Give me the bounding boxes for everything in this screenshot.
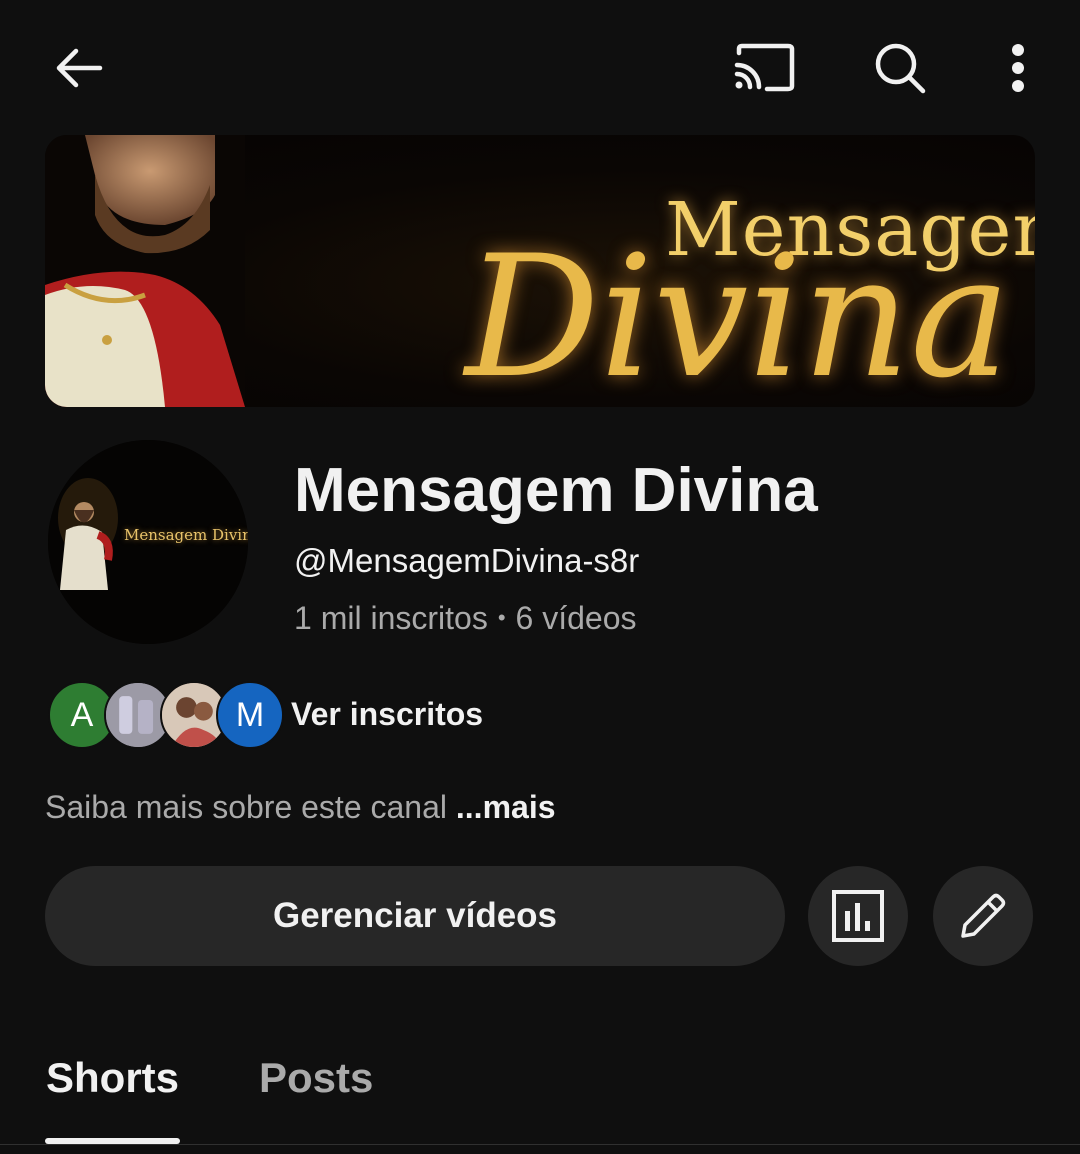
avatar-logo-text: Mensagem Divina xyxy=(124,526,248,544)
top-app-bar xyxy=(0,0,1080,135)
more-options-button[interactable] xyxy=(980,30,1056,106)
cast-icon xyxy=(734,43,795,92)
separator-dot: • xyxy=(497,605,506,630)
subscriber-avatars[interactable]: A M xyxy=(48,681,284,749)
more-vertical-icon xyxy=(1012,44,1024,92)
tab-posts[interactable]: Posts xyxy=(259,1054,373,1102)
video-count: 6 vídeos xyxy=(515,600,637,636)
manage-videos-button[interactable]: Gerenciar vídeos xyxy=(45,866,785,966)
tab-shorts[interactable]: Shorts xyxy=(46,1054,179,1102)
channel-avatar[interactable]: Mensagem Divina xyxy=(48,440,248,644)
analytics-icon xyxy=(832,890,884,942)
channel-tabs: Shorts Posts xyxy=(0,1040,1080,1154)
pencil-icon xyxy=(961,893,1006,938)
banner-title-line2: Divina xyxy=(465,219,1011,407)
tabs-divider xyxy=(0,1144,1080,1145)
subscriber-avatar: M xyxy=(216,681,284,749)
about-text: Saiba mais sobre este canal xyxy=(45,789,447,825)
channel-banner: Mensagem Divina xyxy=(45,135,1035,407)
cast-button[interactable] xyxy=(724,30,804,106)
edit-channel-button[interactable] xyxy=(933,866,1033,966)
search-icon xyxy=(875,43,926,94)
arrow-left-icon xyxy=(56,48,103,88)
more-link[interactable]: ...mais xyxy=(456,789,556,825)
channel-stats: 1 mil inscritos • 6 vídeos xyxy=(294,600,636,637)
channel-about[interactable]: Saiba mais sobre este canal ...mais xyxy=(45,789,556,826)
channel-handle: @MensagemDivina-s8r xyxy=(294,542,640,579)
banner-figure-illustration xyxy=(45,135,245,407)
channel-name: Mensagem Divina xyxy=(294,456,818,525)
subscriber-count: 1 mil inscritos xyxy=(294,600,488,636)
search-button[interactable] xyxy=(862,30,938,106)
analytics-button[interactable] xyxy=(808,866,908,966)
back-button[interactable] xyxy=(40,30,116,106)
view-subscribers-link[interactable]: Ver inscritos xyxy=(291,696,483,733)
